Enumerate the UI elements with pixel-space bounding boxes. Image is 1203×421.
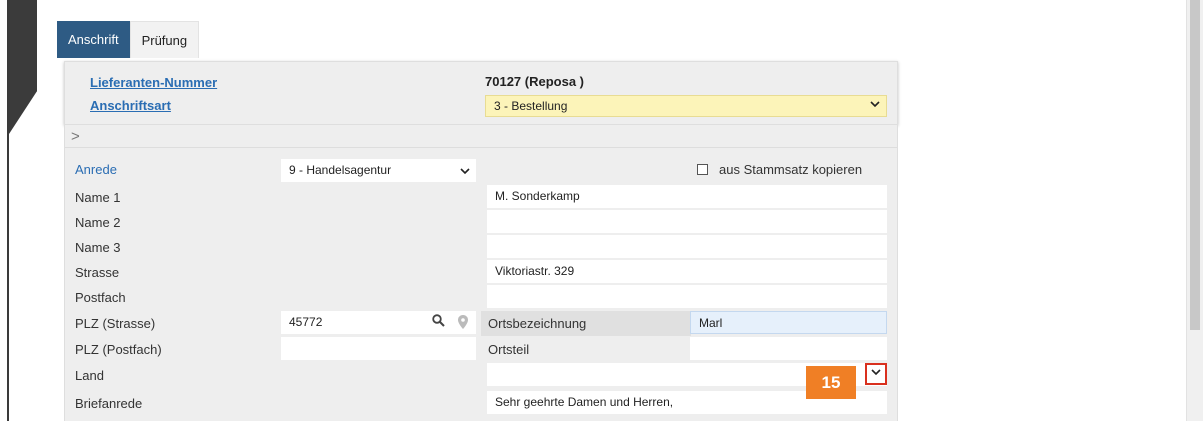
app-window: Anschrift Prüfung Lieferanten-Nummer 701…	[0, 0, 1203, 421]
scrollbar-thumb[interactable]	[1190, 0, 1200, 330]
copy-from-master-label: aus Stammsatz kopieren	[719, 162, 863, 177]
briefanrede-label: Briefanrede	[75, 396, 143, 411]
land-label: Land	[75, 368, 104, 383]
vertical-scrollbar[interactable]	[1186, 0, 1203, 421]
tab-bar: Anschrift Prüfung	[57, 21, 200, 58]
address-type-select[interactable]: 3 - Bestellung	[485, 95, 887, 117]
anrede-value: 9 - Handelsagentur	[289, 163, 392, 177]
address-type-value: 3 - Bestellung	[494, 99, 568, 113]
ortsbezeichnung-label: Ortsbezeichnung	[488, 316, 587, 331]
strasse-label: Strasse	[75, 265, 120, 280]
chevron-down-icon	[871, 369, 881, 376]
side-panel-tab[interactable]	[9, 0, 37, 134]
address-type-link[interactable]: Anschriftsart	[90, 98, 171, 113]
name2-label: Name 2	[75, 215, 121, 230]
name2-input[interactable]	[487, 210, 887, 233]
ortsteil-label: Ortsteil	[488, 342, 530, 357]
name1-input[interactable]: M. Sonderkamp	[487, 185, 887, 208]
supplier-number-link[interactable]: Lieferanten-Nummer	[90, 75, 217, 90]
ortsteil-input[interactable]	[690, 337, 887, 360]
left-border	[7, 0, 9, 421]
plz-postfach-label: PLZ (Postfach)	[75, 342, 162, 357]
name1-label: Name 1	[75, 190, 121, 205]
search-icon[interactable]	[432, 314, 445, 330]
tab-anschrift[interactable]: Anschrift	[57, 21, 130, 58]
anrede-label: Anrede	[75, 162, 117, 177]
ortsbezeichnung-input[interactable]: Marl	[690, 311, 887, 334]
form-panel: > Anrede 9 - Handelsagentur aus Stammsat…	[64, 125, 898, 421]
expand-icon[interactable]: >	[71, 128, 80, 145]
map-pin-icon[interactable]	[458, 315, 468, 329]
land-dropdown-button[interactable]	[865, 363, 887, 385]
tab-pruefung[interactable]: Prüfung	[129, 21, 200, 58]
name3-input[interactable]	[487, 235, 887, 258]
anrede-select[interactable]: 9 - Handelsagentur	[281, 159, 476, 182]
copy-from-master-checkbox[interactable]	[697, 164, 708, 175]
supplier-number-value: 70127 (Reposa )	[485, 74, 584, 89]
postfach-input[interactable]	[487, 285, 887, 308]
chevron-down-icon	[870, 98, 880, 112]
chevron-down-icon	[460, 165, 470, 179]
divider	[65, 147, 897, 148]
plz-postfach-input[interactable]	[281, 337, 476, 360]
strasse-input[interactable]: Viktoriastr. 329	[487, 260, 887, 283]
postfach-label: Postfach	[75, 290, 126, 305]
name3-label: Name 3	[75, 240, 121, 255]
plz-strasse-label: PLZ (Strasse)	[75, 316, 156, 331]
step-number-badge: 15	[806, 366, 856, 399]
plz-strasse-value: 45772	[289, 315, 323, 329]
plz-strasse-input[interactable]: 45772	[281, 311, 476, 334]
header-panel: Lieferanten-Nummer 70127 (Reposa ) Ansch…	[64, 61, 898, 125]
